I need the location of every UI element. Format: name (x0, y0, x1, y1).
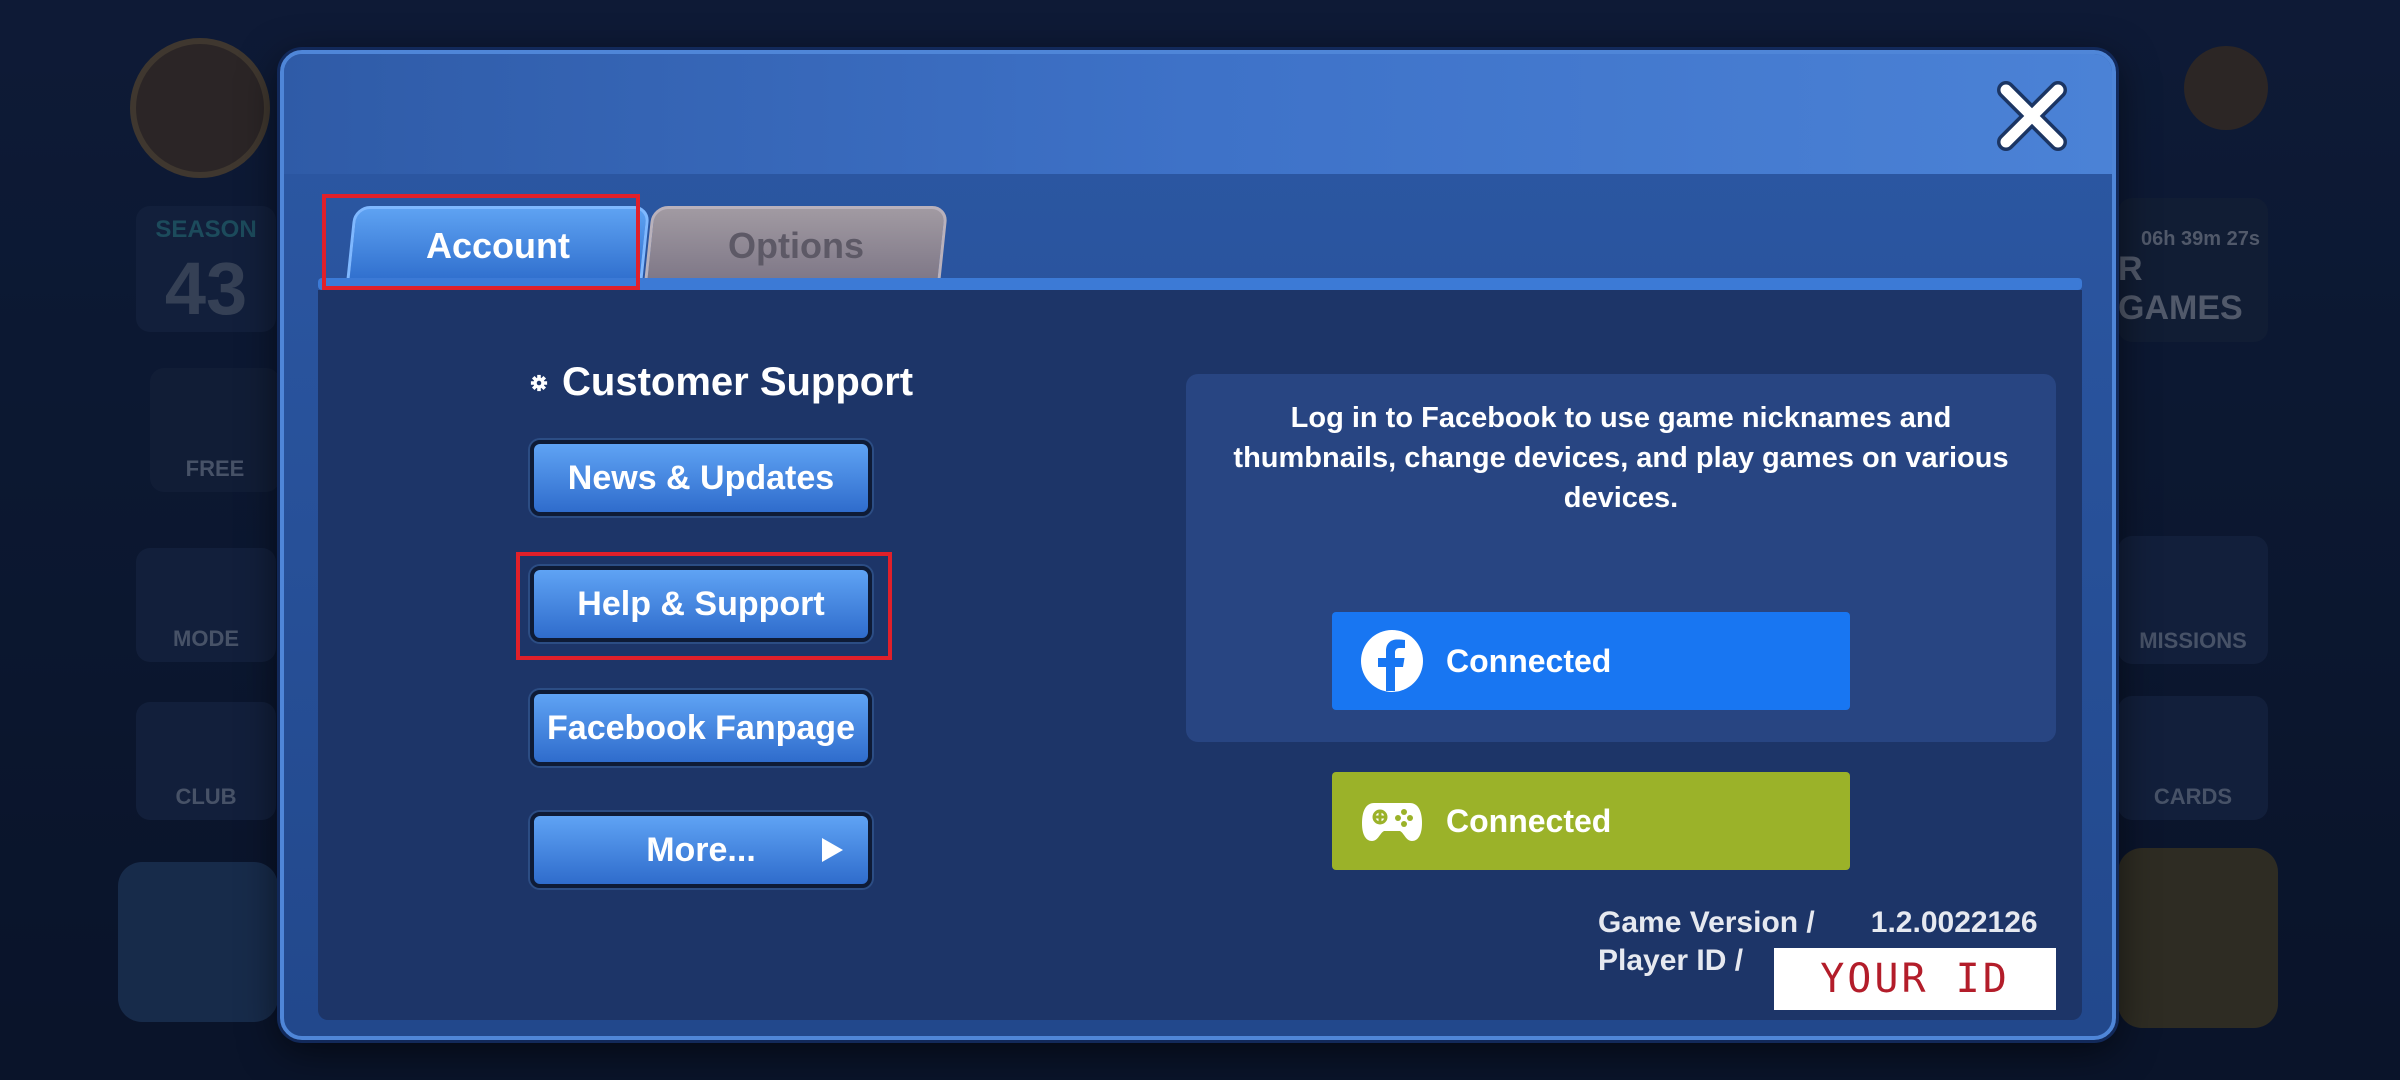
tab-options[interactable]: Options (643, 206, 949, 286)
account-modal: Account Options Customer Support News & … (280, 50, 2116, 1040)
play-arrow-icon (822, 838, 843, 862)
facebook-fanpage-button[interactable]: Facebook Fanpage (530, 690, 872, 766)
more-button[interactable]: More... (530, 812, 872, 888)
facebook-login-description: Log in to Facebook to use game nicknames… (1233, 402, 2009, 514)
facebook-connect-button[interactable]: Connected (1332, 612, 1850, 710)
more-label: More... (646, 830, 756, 869)
news-updates-button[interactable]: News & Updates (530, 440, 872, 516)
customer-support-title: Customer Support (530, 360, 913, 405)
player-id-label: Player ID / (1598, 944, 1744, 977)
game-version-row: Game Version / 1.2.0022126 (1598, 904, 2038, 942)
modal-header (284, 54, 2112, 174)
game-version-label: Game Version / (1598, 906, 1815, 939)
game-version-value: 1.2.0022126 (1870, 906, 2038, 939)
gear-icon (530, 374, 548, 391)
help-support-highlight (516, 552, 892, 660)
tab-account-highlight (322, 194, 640, 290)
facebook-fanpage-label: Facebook Fanpage (547, 708, 855, 747)
close-icon (1997, 81, 2067, 151)
player-id-value[interactable]: YOUR ID (1774, 948, 2056, 1010)
news-updates-label: News & Updates (567, 458, 835, 497)
google-play-games-status: Connected (1446, 802, 1612, 839)
account-content: Customer Support News & Updates Help & S… (318, 290, 2082, 1020)
google-play-games-connect-button[interactable]: Connected (1332, 772, 1850, 870)
close-button[interactable] (1992, 76, 2072, 156)
customer-support-label: Customer Support (562, 360, 914, 404)
facebook-icon (1360, 629, 1424, 693)
gamepad-icon (1360, 789, 1424, 853)
tab-options-label: Options (728, 225, 864, 266)
facebook-status: Connected (1446, 642, 1612, 679)
